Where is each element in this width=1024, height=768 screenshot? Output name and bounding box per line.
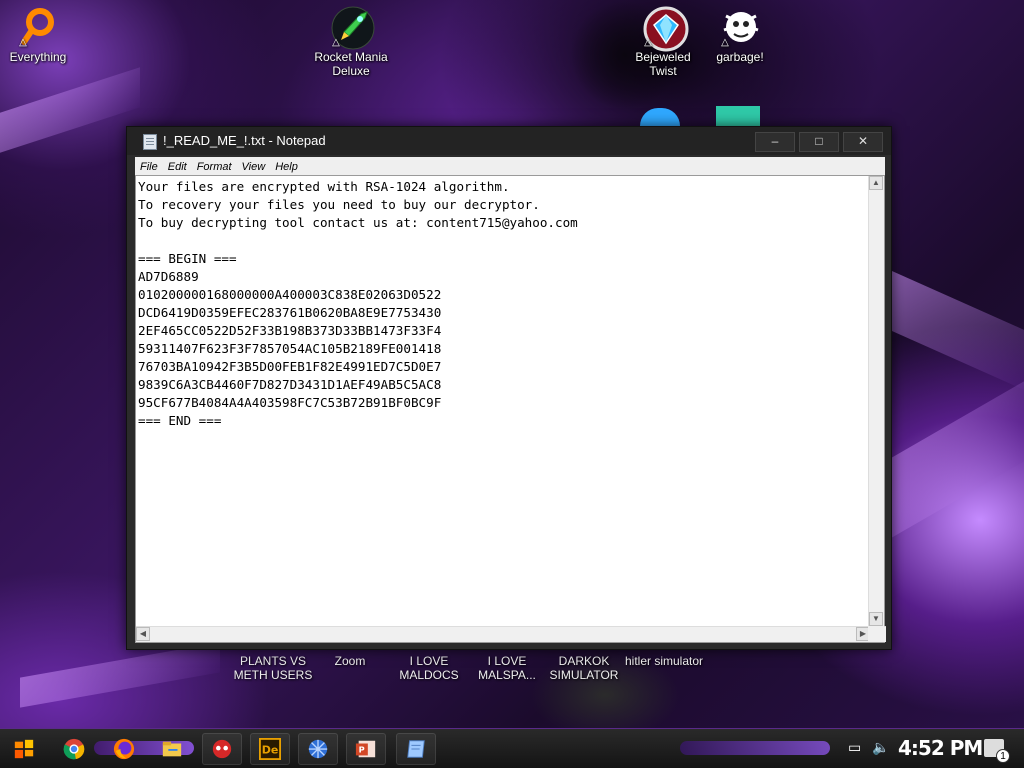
maximize-button[interactable]: □ <box>799 132 839 152</box>
gem-icon: △ <box>643 6 689 52</box>
menu-bar: File Edit Format View Help <box>135 157 885 175</box>
file-explorer-button[interactable] <box>152 733 192 765</box>
chrome-button[interactable] <box>54 733 94 765</box>
menu-format[interactable]: Format <box>192 158 237 176</box>
desktop-label-plants-vs-meth-users[interactable]: PLANTS VS METH USERS <box>233 654 313 682</box>
notepad-icon <box>143 134 157 150</box>
magnifier-icon: △ <box>18 6 58 48</box>
firefox-icon <box>113 738 135 760</box>
folder-icon <box>162 741 182 757</box>
firefox-button[interactable] <box>104 733 144 765</box>
close-button[interactable]: ✕ <box>843 132 883 152</box>
menu-edit[interactable]: Edit <box>163 158 192 176</box>
wallpaper-shard <box>20 642 220 708</box>
network-icon[interactable]: ▭ <box>848 739 861 756</box>
wallpaper-shard <box>890 381 1024 539</box>
notepad-taskbar-button[interactable] <box>396 733 436 765</box>
desktop-icon-label: garbage! <box>716 50 764 64</box>
text-editor-area[interactable]: Your files are encrypted with RSA-1024 a… <box>135 175 886 643</box>
desktop-label-i-love-maldocs[interactable]: I LOVE MALDOCS <box>389 654 469 682</box>
desktop-icon-rocket-mania[interactable]: △ Rocket Mania Deluxe <box>313 6 389 78</box>
creature-icon: △ <box>720 6 760 48</box>
desktop-icon-label: Everything <box>9 50 67 64</box>
desktop-icon-label: Bejeweled Twist <box>635 50 691 78</box>
desktop-icon-bejeweled[interactable]: △ Bejeweled Twist <box>625 6 701 78</box>
scroll-down-arrow-icon[interactable]: ▼ <box>869 612 883 626</box>
desktop-label-zoom[interactable]: Zoom <box>310 654 390 668</box>
desktop-label-darkok-simulator[interactable]: DARKOK SIMULATOR <box>544 654 624 682</box>
notification-icon[interactable]: 1 <box>984 739 1010 763</box>
desktop-icon-label: Rocket Mania Deluxe <box>314 50 388 78</box>
hidden-app-icon <box>716 106 760 126</box>
window-title: !_READ_ME_!.txt - Notepad <box>163 133 326 148</box>
desktop-icon-garbage[interactable]: △ garbage! <box>702 6 778 64</box>
hidden-gem-icon <box>640 108 680 126</box>
powerpoint-icon: P <box>355 740 376 758</box>
chrome-icon <box>63 738 85 760</box>
desktop-icon-everything[interactable]: △ Everything <box>0 6 76 64</box>
svg-text:De: De <box>262 744 279 757</box>
scrollbar-corner <box>868 626 884 642</box>
app-red-button[interactable] <box>202 733 242 765</box>
notepad-window[interactable]: !_READ_ME_!.txt - Notepad – □ ✕ File Edit… <box>126 126 892 650</box>
menu-help[interactable]: Help <box>270 158 303 176</box>
svg-text:P: P <box>359 745 365 755</box>
title-bar[interactable]: !_READ_ME_!.txt - Notepad – □ ✕ <box>127 127 891 155</box>
red-face-icon <box>212 739 232 759</box>
taskbar-accent <box>680 741 830 755</box>
scroll-left-arrow-icon[interactable]: ◀ <box>136 627 150 641</box>
taskbar: De P ▭ 🔈 4:52 PM 1 <box>0 728 1024 768</box>
minimize-button[interactable]: – <box>755 132 795 152</box>
globe-icon <box>308 739 328 759</box>
wallpaper-shard <box>0 67 140 153</box>
clock[interactable]: 4:52 PM <box>898 736 983 760</box>
volume-icon[interactable]: 🔈 <box>872 739 889 756</box>
document-text[interactable]: Your files are encrypted with RSA-1024 a… <box>138 178 868 626</box>
start-button[interactable] <box>4 733 44 765</box>
de-icon: De <box>259 738 281 760</box>
menu-view[interactable]: View <box>237 158 271 176</box>
powerpoint-button[interactable]: P <box>346 733 386 765</box>
desktop-label-i-love-malspam[interactable]: I LOVE MALSPA... <box>467 654 547 682</box>
notification-count-badge: 1 <box>996 749 1010 763</box>
app-de-button[interactable]: De <box>250 733 290 765</box>
desktop-label-hitler-simulator[interactable]: hitler simulator <box>616 654 712 668</box>
horizontal-scrollbar[interactable]: ◀ ▶ <box>136 626 886 642</box>
app-globe-button[interactable] <box>298 733 338 765</box>
wallpaper-shard <box>890 270 1024 390</box>
rocket-icon: △ <box>331 6 375 50</box>
notepad-icon <box>407 740 425 758</box>
vertical-scrollbar[interactable]: ▲ ▼ <box>868 176 884 626</box>
start-icon <box>14 739 34 759</box>
menu-file[interactable]: File <box>135 158 163 176</box>
scroll-up-arrow-icon[interactable]: ▲ <box>869 176 883 190</box>
